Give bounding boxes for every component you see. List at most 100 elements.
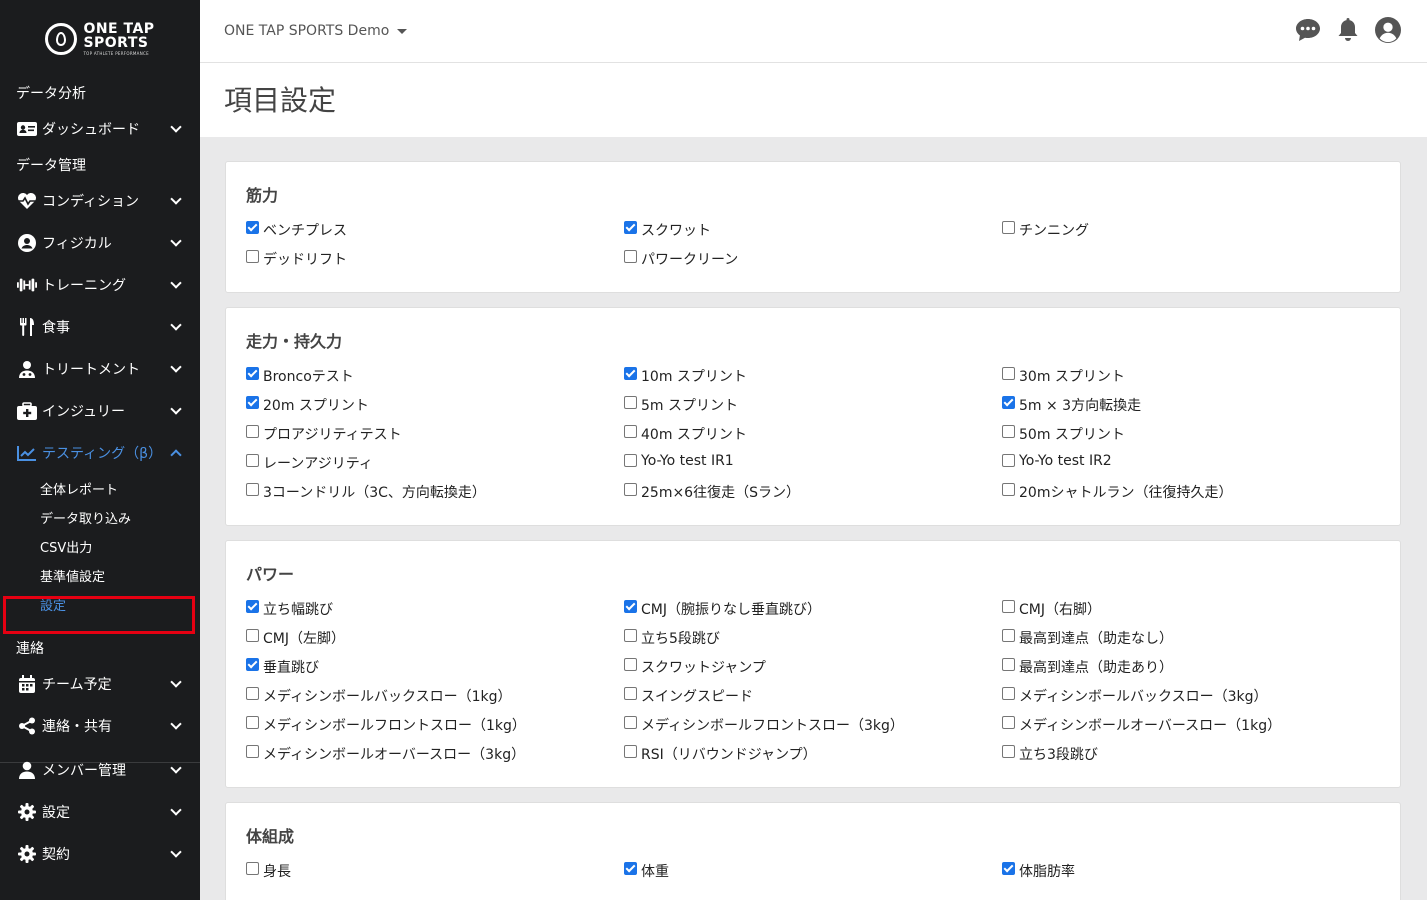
checkbox-item[interactable]: ベンチプレス	[246, 220, 624, 249]
checkbox-item[interactable]: チンニング	[1002, 220, 1380, 249]
checkbox-unchecked[interactable]	[1002, 425, 1015, 438]
checkbox-unchecked[interactable]	[624, 629, 637, 642]
checkbox-checked[interactable]	[246, 396, 259, 409]
checkbox-unchecked[interactable]	[624, 745, 637, 758]
sidebar-item-contract[interactable]: 契約	[0, 833, 200, 875]
checkbox-item[interactable]: Broncoテスト	[246, 366, 624, 395]
checkbox-unchecked[interactable]	[246, 250, 259, 263]
checkbox-item[interactable]: メディシンボールオーバースロー（1kg）	[1002, 715, 1380, 744]
checkbox-item[interactable]: スクワット	[624, 220, 1002, 249]
checkbox-unchecked[interactable]	[246, 716, 259, 729]
checkbox-checked[interactable]	[246, 600, 259, 613]
subnav-csv[interactable]: CSV出力	[0, 532, 200, 561]
checkbox-unchecked[interactable]	[1002, 629, 1015, 642]
checkbox-unchecked[interactable]	[624, 425, 637, 438]
checkbox-item[interactable]: 最高到達点（助走なし）	[1002, 628, 1380, 657]
checkbox-checked[interactable]	[624, 862, 637, 875]
checkbox-item[interactable]: メディシンボールバックスロー（1kg）	[246, 686, 624, 715]
sidebar-item-share[interactable]: 連絡・共有	[0, 705, 200, 747]
sidebar-item-dashboard[interactable]: ダッシュボード	[0, 108, 200, 150]
checkbox-item[interactable]: メディシンボールオーバースロー（3kg）	[246, 744, 624, 773]
checkbox-item[interactable]: CMJ（左脚）	[246, 628, 624, 657]
checkbox-item[interactable]: パワークリーン	[624, 249, 1002, 278]
checkbox-unchecked[interactable]	[1002, 600, 1015, 613]
checkbox-unchecked[interactable]	[624, 396, 637, 409]
checkbox-checked[interactable]	[624, 221, 637, 234]
checkbox-item[interactable]: 3コーンドリル（3C、方向転換走）	[246, 482, 624, 511]
checkbox-item[interactable]: Yo-Yo test IR2	[1002, 453, 1380, 482]
team-selector[interactable]: ONE TAP SPORTS Demo	[224, 23, 408, 39]
brand-logo[interactable]: ONE TAP SPORTS TOP ATHLETE PERFORMANCE	[0, 0, 200, 78]
checkbox-unchecked[interactable]	[1002, 454, 1015, 467]
checkbox-unchecked[interactable]	[624, 483, 637, 496]
checkbox-item[interactable]: レーンアジリティ	[246, 453, 624, 482]
checkbox-item[interactable]: CMJ（右脚）	[1002, 599, 1380, 628]
checkbox-unchecked[interactable]	[1002, 483, 1015, 496]
checkbox-unchecked[interactable]	[246, 687, 259, 700]
checkbox-item[interactable]: 体脂肪率	[1002, 861, 1380, 890]
checkbox-unchecked[interactable]	[624, 250, 637, 263]
checkbox-item[interactable]: Yo-Yo test IR1	[624, 453, 1002, 482]
sidebar-item-physical[interactable]: フィジカル	[0, 222, 200, 264]
checkbox-unchecked[interactable]	[1002, 658, 1015, 671]
checkbox-unchecked[interactable]	[1002, 687, 1015, 700]
checkbox-item[interactable]: 30m スプリント	[1002, 366, 1380, 395]
subnav-import[interactable]: データ取り込み	[0, 503, 200, 532]
checkbox-item[interactable]: メディシンボールバックスロー（3kg）	[1002, 686, 1380, 715]
checkbox-item[interactable]: 5m × 3方向転換走	[1002, 395, 1380, 424]
checkbox-item[interactable]: 10m スプリント	[624, 366, 1002, 395]
checkbox-unchecked[interactable]	[624, 658, 637, 671]
checkbox-unchecked[interactable]	[1002, 367, 1015, 380]
sidebar-item-schedule[interactable]: チーム予定	[0, 663, 200, 705]
checkbox-item[interactable]: 20m スプリント	[246, 395, 624, 424]
checkbox-item[interactable]: スイングスピード	[624, 686, 1002, 715]
checkbox-item[interactable]: 最高到達点（助走あり）	[1002, 657, 1380, 686]
sidebar-item-meal[interactable]: 食事	[0, 306, 200, 348]
checkbox-unchecked[interactable]	[1002, 716, 1015, 729]
checkbox-unchecked[interactable]	[246, 425, 259, 438]
checkbox-item[interactable]: プロアジリティテスト	[246, 424, 624, 453]
checkbox-unchecked[interactable]	[624, 454, 637, 467]
checkbox-item[interactable]: 垂直跳び	[246, 657, 624, 686]
checkbox-unchecked[interactable]	[246, 862, 259, 875]
checkbox-unchecked[interactable]	[246, 745, 259, 758]
checkbox-unchecked[interactable]	[246, 629, 259, 642]
chat-icon[interactable]	[1295, 16, 1321, 44]
checkbox-checked[interactable]	[624, 600, 637, 613]
sidebar-item-condition[interactable]: コンディション	[0, 180, 200, 222]
sidebar-item-testing[interactable]: テスティング（β）	[0, 432, 200, 474]
checkbox-item[interactable]: メディシンボールフロントスロー（1kg）	[246, 715, 624, 744]
sidebar-item-injury[interactable]: インジュリー	[0, 390, 200, 432]
checkbox-checked[interactable]	[246, 367, 259, 380]
sidebar-item-training[interactable]: トレーニング	[0, 264, 200, 306]
checkbox-item[interactable]: スクワットジャンプ	[624, 657, 1002, 686]
checkbox-unchecked[interactable]	[624, 716, 637, 729]
checkbox-unchecked[interactable]	[1002, 221, 1015, 234]
checkbox-item[interactable]: 体重	[624, 861, 1002, 890]
checkbox-item[interactable]: 立ち幅跳び	[246, 599, 624, 628]
checkbox-checked[interactable]	[1002, 396, 1015, 409]
account-avatar-icon[interactable]	[1375, 16, 1401, 44]
checkbox-unchecked[interactable]	[246, 454, 259, 467]
checkbox-item[interactable]: 身長	[246, 861, 624, 890]
checkbox-checked[interactable]	[1002, 862, 1015, 875]
checkbox-item[interactable]: 立ち5段跳び	[624, 628, 1002, 657]
checkbox-item[interactable]: 50m スプリント	[1002, 424, 1380, 453]
checkbox-checked[interactable]	[246, 221, 259, 234]
checkbox-item[interactable]: デッドリフト	[246, 249, 624, 278]
checkbox-item[interactable]: メディシンボールフロントスロー（3kg）	[624, 715, 1002, 744]
sidebar-item-settings[interactable]: 設定	[0, 791, 200, 833]
checkbox-item[interactable]: RSI（リバウンドジャンプ）	[624, 744, 1002, 773]
bell-icon[interactable]	[1335, 16, 1361, 44]
checkbox-checked[interactable]	[246, 658, 259, 671]
checkbox-item[interactable]: 40m スプリント	[624, 424, 1002, 453]
checkbox-item[interactable]: 20mシャトルラン（往復持久走）	[1002, 482, 1380, 511]
subnav-report[interactable]: 全体レポート	[0, 474, 200, 503]
sidebar-item-members[interactable]: メンバー管理	[0, 749, 200, 791]
checkbox-item[interactable]: 25m×6往復走（Sラン）	[624, 482, 1002, 511]
checkbox-unchecked[interactable]	[1002, 745, 1015, 758]
sidebar-item-treatment[interactable]: トリートメント	[0, 348, 200, 390]
checkbox-unchecked[interactable]	[246, 483, 259, 496]
checkbox-item[interactable]: 5m スプリント	[624, 395, 1002, 424]
checkbox-item[interactable]: 立ち3段跳び	[1002, 744, 1380, 773]
